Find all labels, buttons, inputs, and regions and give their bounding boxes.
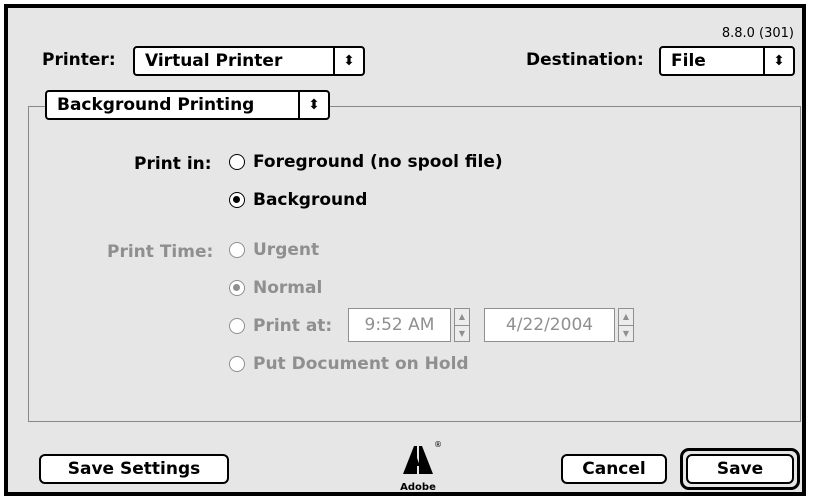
radio-button-icon [229, 318, 245, 334]
printer-popup-value: Virtual Printer [145, 51, 283, 71]
print-dialog: 8.8.0 (301) Printer: Virtual Printer ⬍ D… [4, 4, 806, 496]
stepper-down-icon: ▼ [619, 324, 633, 342]
cancel-button[interactable]: Cancel [561, 454, 667, 484]
up-down-arrows-icon: ⬍ [298, 92, 328, 118]
panel-popup-value: Background Printing [57, 95, 255, 115]
destination-popup-value: File [671, 51, 706, 71]
print-in-label: Print in: [134, 154, 212, 174]
printer-popup[interactable]: Virtual Printer ⬍ [133, 46, 365, 76]
radio-button-icon [229, 242, 245, 258]
save-settings-button[interactable]: Save Settings [39, 454, 229, 484]
date-field[interactable]: 4/22/2004 [484, 308, 615, 342]
radio-button-selected-icon [229, 192, 245, 208]
radio-hold-label: Put Document on Hold [253, 354, 469, 374]
date-stepper[interactable]: ▲ ▼ [618, 308, 634, 342]
time-field[interactable]: 9:52 AM [348, 308, 451, 342]
radio-urgent[interactable]: Urgent [229, 240, 319, 260]
panel-popup[interactable]: Background Printing ⬍ [45, 90, 330, 120]
adobe-logo: Adobe [398, 444, 438, 493]
up-down-arrows-icon: ⬍ [333, 48, 363, 74]
radio-background[interactable]: Background [229, 190, 367, 210]
adobe-logo-icon [403, 446, 433, 474]
radio-button-icon [229, 356, 245, 372]
radio-print-at[interactable]: Print at: [229, 316, 332, 336]
destination-popup[interactable]: File ⬍ [659, 46, 795, 76]
radio-urgent-label: Urgent [253, 240, 320, 260]
up-down-arrows-icon: ⬍ [763, 48, 793, 74]
default-button-ring: Save [680, 448, 800, 490]
print-time-label: Print Time: [107, 242, 214, 262]
time-stepper[interactable]: ▲ ▼ [454, 308, 470, 342]
adobe-logo-text: Adobe [400, 482, 436, 493]
radio-foreground-label: Foreground (no spool file) [253, 152, 503, 172]
radio-hold[interactable]: Put Document on Hold [229, 354, 469, 374]
radio-normal-label: Normal [253, 278, 323, 298]
save-button[interactable]: Save [686, 454, 794, 484]
printer-label: Printer: [42, 50, 116, 70]
stepper-up-icon: ▲ [458, 312, 466, 322]
radio-background-label: Background [253, 190, 368, 210]
radio-button-icon [229, 154, 245, 170]
stepper-down-icon: ▼ [455, 324, 469, 342]
radio-normal[interactable]: Normal [229, 278, 322, 298]
registered-mark: ® [434, 440, 442, 449]
destination-label: Destination: [526, 50, 644, 70]
radio-print-at-label: Print at: [253, 316, 333, 336]
stepper-up-icon: ▲ [622, 312, 630, 322]
radio-foreground[interactable]: Foreground (no spool file) [229, 152, 503, 172]
radio-button-selected-icon [229, 280, 245, 296]
version-label: 8.8.0 (301) [721, 26, 794, 41]
